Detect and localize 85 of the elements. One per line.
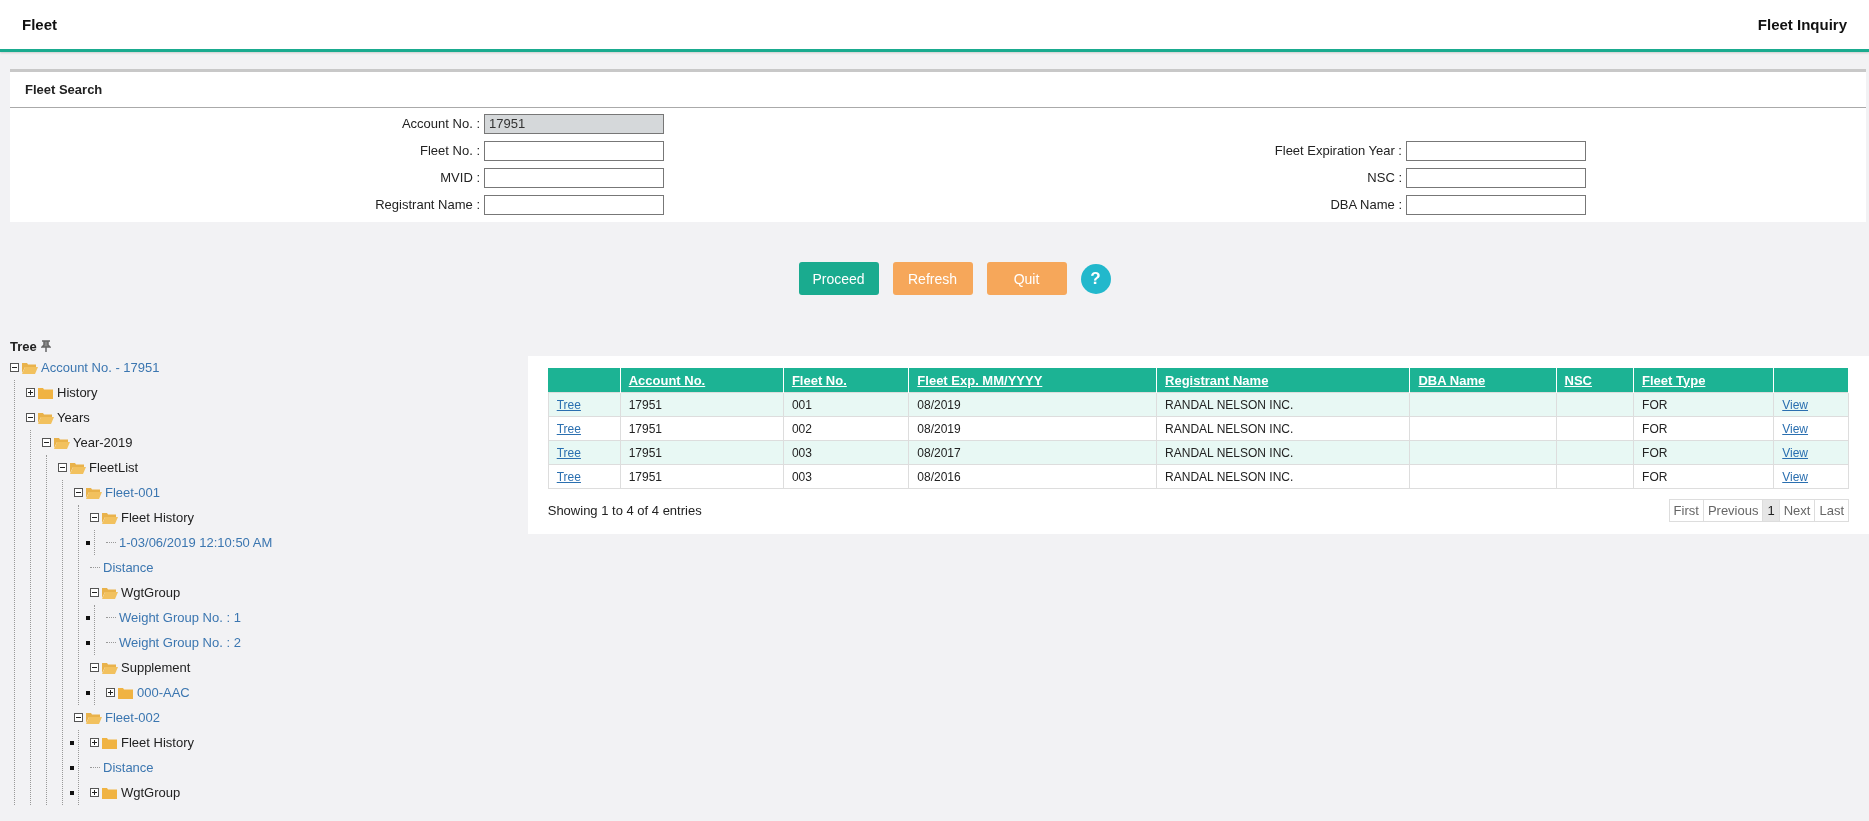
- folder-icon: [38, 411, 54, 424]
- input-field[interactable]: [1406, 167, 1586, 188]
- tree-item[interactable]: Fleet History: [121, 735, 194, 750]
- tree-item[interactable]: Fleet-002: [105, 710, 160, 725]
- tree-item[interactable]: WgtGroup: [121, 585, 181, 600]
- input-field[interactable]: [484, 167, 664, 188]
- table-cell: 17951: [628, 397, 663, 412]
- folder-icon: [22, 361, 38, 374]
- collapse-icon[interactable]: [74, 713, 83, 722]
- input-field[interactable]: [1406, 140, 1586, 161]
- collapse-icon[interactable]: [10, 363, 19, 372]
- tree-item[interactable]: History: [57, 385, 98, 400]
- tree-item[interactable]: WgtGroup: [121, 785, 181, 800]
- tree-item[interactable]: Supplement: [121, 660, 191, 675]
- folder-icon: [86, 486, 102, 499]
- collapse-icon[interactable]: [58, 463, 67, 472]
- pin-icon[interactable]: [40, 340, 51, 352]
- expand-icon[interactable]: [90, 788, 99, 797]
- tree-item[interactable]: Weight Group No. : 2: [119, 635, 241, 650]
- page-title: Fleet Inquiry: [1757, 16, 1847, 33]
- folder-icon: [102, 661, 118, 674]
- folder-icon: [38, 386, 54, 399]
- field-label: Fleet No. :: [419, 143, 480, 158]
- table-cell: 17951: [628, 469, 663, 484]
- table-cell: FOR: [1642, 469, 1668, 484]
- tree-title: Tree: [10, 338, 37, 354]
- tree-item[interactable]: Year-2019: [73, 435, 133, 450]
- folder-icon: [102, 586, 118, 599]
- folder-icon: [54, 436, 70, 449]
- entries-info: Showing 1 to 4 of 4 entries: [547, 503, 702, 518]
- folder-icon: [102, 511, 118, 524]
- tree-item[interactable]: Fleet-001: [105, 485, 160, 500]
- field-label: Account No. :: [400, 116, 480, 131]
- field-label: DBA Name :: [1329, 197, 1402, 212]
- panel-title: Fleet Search: [10, 72, 1866, 108]
- proceed-button[interactable]: Proceed: [798, 262, 879, 295]
- collapse-icon[interactable]: [74, 488, 83, 497]
- app-title: Fleet: [22, 16, 57, 33]
- collapse-icon[interactable]: [42, 438, 51, 447]
- page-button[interactable]: 1: [1763, 500, 1780, 521]
- collapse-icon[interactable]: [90, 588, 99, 597]
- table-cell: RANDAL NELSON INC.: [1165, 421, 1294, 436]
- expand-icon[interactable]: [90, 738, 99, 747]
- field-label: NSC :: [1366, 170, 1402, 185]
- table-cell: 08/2017: [917, 445, 961, 460]
- tree-item[interactable]: Account No. - 17951: [41, 360, 160, 375]
- collapse-icon[interactable]: [90, 663, 99, 672]
- collapse-icon[interactable]: [90, 513, 99, 522]
- table-cell: RANDAL NELSON INC.: [1165, 445, 1294, 460]
- table-cell: FOR: [1642, 445, 1668, 460]
- table-cell: 17951: [628, 421, 663, 436]
- table-cell: 001: [791, 397, 812, 412]
- tree-item[interactable]: Fleet History: [121, 510, 194, 525]
- tree-item[interactable]: Years: [57, 410, 90, 425]
- table-cell: RANDAL NELSON INC.: [1165, 469, 1294, 484]
- table-cell: 08/2019: [917, 421, 961, 436]
- input-field[interactable]: [484, 194, 664, 215]
- expand-icon[interactable]: [26, 388, 35, 397]
- collapse-icon[interactable]: [26, 413, 35, 422]
- table-cell: FOR: [1642, 397, 1668, 412]
- tree-item[interactable]: 000-AAC: [137, 685, 190, 700]
- table-cell: 002: [791, 421, 812, 436]
- table-cell: 003: [791, 445, 812, 460]
- table-cell: 17951: [628, 445, 663, 460]
- field-label: Fleet Expiration Year :: [1273, 143, 1402, 158]
- field-label: MVID :: [439, 170, 480, 185]
- input-field[interactable]: [484, 140, 664, 161]
- input-field[interactable]: [1406, 194, 1586, 215]
- folder-icon: [102, 786, 118, 799]
- table-cell: RANDAL NELSON INC.: [1165, 397, 1294, 412]
- folder-icon: [70, 461, 86, 474]
- table-cell: 003: [791, 469, 812, 484]
- tree-item[interactable]: 1-03/06/2019 12:10:50 AM: [119, 535, 273, 550]
- field-label: Registrant Name :: [374, 197, 480, 212]
- folder-icon: [102, 736, 118, 749]
- folder-icon: [118, 686, 134, 699]
- tree-item[interactable]: Distance: [103, 760, 154, 775]
- tree-item[interactable]: Weight Group No. : 1: [119, 610, 241, 625]
- table-cell: 08/2019: [917, 397, 961, 412]
- tree-item[interactable]: FleetList: [89, 460, 139, 475]
- folder-icon: [86, 711, 102, 724]
- table-cell: 08/2016: [917, 469, 961, 484]
- table-cell: FOR: [1642, 421, 1668, 436]
- tree-item[interactable]: Distance: [103, 560, 154, 575]
- expand-icon[interactable]: [106, 688, 115, 697]
